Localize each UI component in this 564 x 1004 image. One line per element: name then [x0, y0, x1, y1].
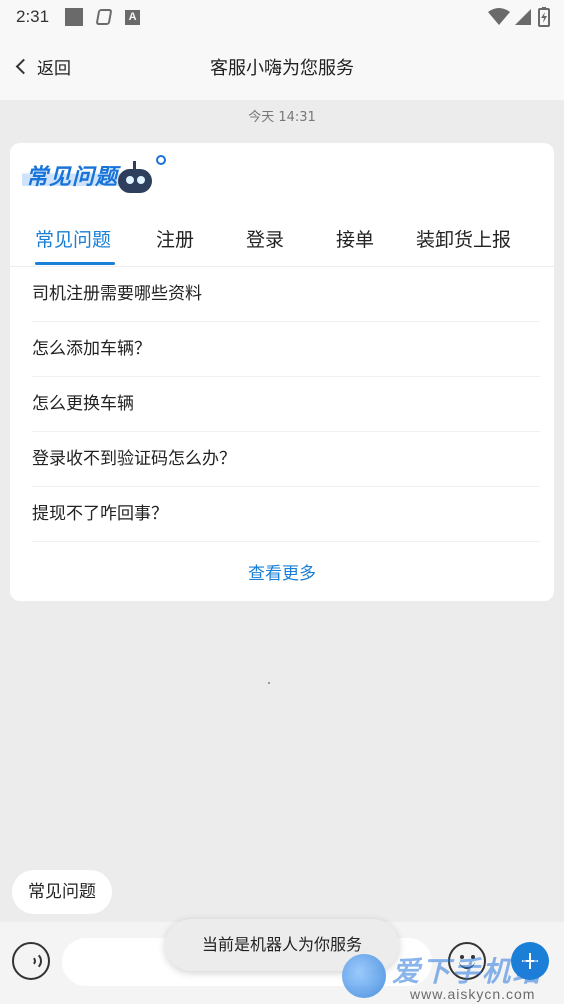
chat-timestamp: 今天 14:31 [248, 110, 316, 125]
stray-dot [268, 682, 270, 684]
quick-faq-chip[interactable]: 常见问题 [12, 870, 112, 914]
voice-input-button[interactable] [12, 942, 50, 980]
watermark-text: 爱下手机站 [392, 955, 543, 988]
status-right-icons [488, 7, 550, 27]
view-more-link[interactable]: 查看更多 [10, 559, 554, 584]
faq-question-item[interactable]: 怎么更换车辆 [32, 377, 540, 432]
watermark-logo-icon [342, 954, 386, 998]
status-bar: 2:31 A [0, 0, 564, 34]
watermark-url: www.aiskycn.com [410, 986, 536, 1002]
drive-icon [95, 9, 113, 25]
tab-accept-order[interactable]: 接单 [336, 225, 374, 252]
a-app-icon: A [125, 9, 141, 25]
tab-login[interactable]: 登录 [246, 225, 284, 252]
faq-tabs: 常见问题 注册 登录 接单 装卸货上报 [10, 219, 554, 267]
signal-icon [515, 9, 531, 25]
app-header: 返回 客服小嗨为您服务 [0, 34, 564, 100]
faq-banner-title: 常见问题 [22, 159, 123, 191]
faq-banner: 常见问题 [22, 153, 167, 197]
notification-square-icon [65, 8, 84, 26]
wifi-icon [488, 8, 510, 25]
watermark: 爱下手机站 www.aiskycn.com [340, 946, 564, 1004]
faq-question-list: 司机注册需要哪些资料 怎么添加车辆？ 怎么更换车辆 登录收不到验证码怎么办？ 提… [32, 267, 540, 542]
active-tab-indicator [35, 262, 115, 265]
faq-question-item[interactable]: 司机注册需要哪些资料 [32, 267, 540, 322]
status-time: 2:31 [16, 7, 50, 26]
faq-question-item[interactable]: 怎么添加车辆？ [32, 322, 540, 377]
faq-question-item[interactable]: 登录收不到验证码怎么办？ [32, 432, 540, 487]
faq-question-item[interactable]: 提现不了咋回事？ [32, 487, 540, 542]
robot-icon [118, 155, 167, 193]
tab-faq[interactable]: 常见问题 [35, 225, 111, 252]
page-title: 客服小嗨为您服务 [210, 58, 354, 79]
faq-card: 常见问题 常见问题 注册 登录 接单 装卸货上报 司机注册需要哪些资料 怎么添加… [10, 143, 554, 601]
tab-loading-report[interactable]: 装卸货上报 [416, 225, 511, 252]
battery-charging-icon [538, 7, 550, 27]
tab-register[interactable]: 注册 [156, 225, 194, 252]
